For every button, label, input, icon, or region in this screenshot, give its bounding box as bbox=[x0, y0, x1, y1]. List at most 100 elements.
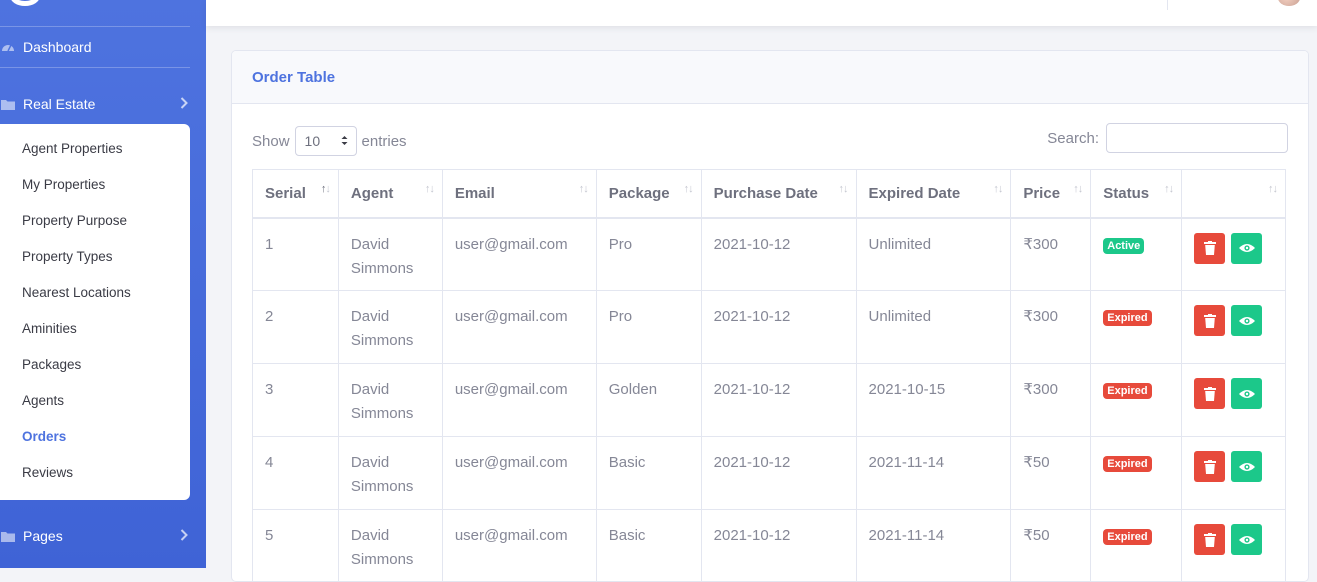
submenu-item-property-purpose[interactable]: Property Purpose bbox=[22, 213, 127, 228]
entries-label: entries bbox=[362, 133, 407, 150]
sort-icon: ↑↓ bbox=[684, 183, 693, 195]
column-header-agent[interactable]: Agent↑↓ bbox=[338, 170, 442, 218]
submenu-item-orders[interactable]: Orders bbox=[22, 429, 66, 444]
view-button[interactable] bbox=[1231, 524, 1262, 555]
sidebar-item-dashboard[interactable]: Dashboard bbox=[0, 32, 206, 62]
topbar-divider bbox=[1167, 0, 1168, 10]
cell-purchase-date: 2021-10-12 bbox=[701, 437, 856, 510]
cell-price: ₹300 bbox=[1011, 364, 1091, 437]
submenu-item-my-properties[interactable]: My Properties bbox=[22, 177, 105, 192]
delete-button[interactable] bbox=[1194, 233, 1225, 264]
sort-icon: ↑↓ bbox=[839, 183, 848, 195]
cell-package: Pro bbox=[596, 291, 701, 364]
cell-actions bbox=[1182, 218, 1286, 291]
search-control: Search: bbox=[1047, 123, 1288, 153]
cell-status: Expired bbox=[1091, 437, 1182, 510]
table-row: 2 DavidSimmons user@gmail.com Pro 2021-1… bbox=[253, 291, 1286, 364]
view-button[interactable] bbox=[1231, 378, 1262, 409]
eye-icon bbox=[1239, 243, 1255, 253]
delete-button[interactable] bbox=[1194, 451, 1225, 482]
column-header-price[interactable]: Price↑↓ bbox=[1011, 170, 1091, 218]
cell-email: user@gmail.com bbox=[442, 218, 596, 291]
table-header-row: Serial↑↓ Agent↑↓ Email↑↓ Package↑↓ Purch… bbox=[253, 170, 1286, 218]
cell-serial: 1 bbox=[253, 218, 339, 291]
status-badge: Active bbox=[1103, 238, 1144, 254]
cell-actions bbox=[1182, 364, 1286, 437]
search-label: Search: bbox=[1047, 130, 1099, 147]
cell-package: Basic bbox=[596, 437, 701, 510]
cell-agent: DavidSimmons bbox=[338, 437, 442, 510]
cell-purchase-date: 2021-10-12 bbox=[701, 218, 856, 291]
folder-icon bbox=[0, 97, 16, 111]
eye-icon bbox=[1239, 316, 1255, 326]
cell-email: user@gmail.com bbox=[442, 437, 596, 510]
cell-purchase-date: 2021-10-12 bbox=[701, 291, 856, 364]
view-button[interactable] bbox=[1231, 305, 1262, 336]
cell-status: Expired bbox=[1091, 291, 1182, 364]
sidebar-item-label: Dashboard bbox=[23, 39, 92, 55]
cell-actions bbox=[1182, 291, 1286, 364]
column-header-actions[interactable]: ↑↓ bbox=[1182, 170, 1286, 218]
sidebar-divider bbox=[0, 67, 190, 68]
column-header-package[interactable]: Package↑↓ bbox=[596, 170, 701, 218]
order-table-card: Order Table Show 10 entries Search: Seri… bbox=[231, 50, 1309, 582]
cell-expired-date: 2021-11-14 bbox=[856, 510, 1011, 582]
column-header-email[interactable]: Email↑↓ bbox=[442, 170, 596, 218]
entries-select[interactable]: 10 bbox=[295, 126, 357, 156]
column-header-expired-date[interactable]: Expired Date↑↓ bbox=[856, 170, 1011, 218]
column-header-status[interactable]: Status↑↓ bbox=[1091, 170, 1182, 218]
view-button[interactable] bbox=[1231, 451, 1262, 482]
select-arrows-icon bbox=[341, 133, 348, 149]
eye-icon bbox=[1239, 389, 1255, 399]
sidebar-item-real-estate[interactable]: Real Estate bbox=[0, 89, 206, 119]
view-button[interactable] bbox=[1231, 233, 1262, 264]
cell-agent: DavidSimmons bbox=[338, 291, 442, 364]
sort-icon: ↑↓ bbox=[1164, 183, 1173, 195]
column-header-purchase-date[interactable]: Purchase Date↑↓ bbox=[701, 170, 856, 218]
cell-status: Expired bbox=[1091, 364, 1182, 437]
card-title: Order Table bbox=[232, 51, 1308, 104]
submenu-item-property-types[interactable]: Property Types bbox=[22, 249, 113, 264]
status-badge: Expired bbox=[1103, 310, 1151, 326]
sort-icon: ↑↓ bbox=[1268, 183, 1277, 195]
submenu-item-agent-properties[interactable]: Agent Properties bbox=[22, 141, 123, 156]
sidebar: Dashboard Real Estate Agent Properties M… bbox=[0, 0, 206, 568]
cell-status: Expired bbox=[1091, 510, 1182, 582]
sort-icon: ↑↓ bbox=[579, 183, 588, 195]
cell-email: user@gmail.com bbox=[442, 510, 596, 582]
orders-table: Serial↑↓ Agent↑↓ Email↑↓ Package↑↓ Purch… bbox=[252, 169, 1286, 582]
cell-purchase-date: 2021-10-12 bbox=[701, 364, 856, 437]
logo-icon[interactable] bbox=[10, 0, 40, 6]
sort-icon: ↑↓ bbox=[321, 183, 330, 195]
delete-button[interactable] bbox=[1194, 524, 1225, 555]
cell-package: Basic bbox=[596, 510, 701, 582]
search-input[interactable] bbox=[1106, 123, 1288, 153]
table-row: 5 DavidSimmons user@gmail.com Basic 2021… bbox=[253, 510, 1286, 582]
topbar bbox=[206, 0, 1317, 26]
column-header-serial[interactable]: Serial↑↓ bbox=[253, 170, 339, 218]
delete-button[interactable] bbox=[1194, 305, 1225, 336]
trash-icon bbox=[1204, 241, 1216, 255]
sort-icon: ↑↓ bbox=[993, 183, 1002, 195]
submenu-item-reviews[interactable]: Reviews bbox=[22, 465, 73, 480]
cell-expired-date: 2021-11-14 bbox=[856, 437, 1011, 510]
submenu-item-packages[interactable]: Packages bbox=[22, 357, 81, 372]
chevron-right-icon bbox=[180, 528, 188, 544]
entries-length-control: Show 10 entries bbox=[252, 126, 407, 156]
avatar[interactable] bbox=[1278, 0, 1300, 6]
submenu-item-nearest-locations[interactable]: Nearest Locations bbox=[22, 285, 131, 300]
delete-button[interactable] bbox=[1194, 378, 1225, 409]
submenu-item-aminities[interactable]: Aminities bbox=[22, 321, 77, 336]
cell-serial: 4 bbox=[253, 437, 339, 510]
cell-agent: DavidSimmons bbox=[338, 218, 442, 291]
sidebar-item-pages[interactable]: Pages bbox=[0, 521, 206, 551]
submenu-item-agents[interactable]: Agents bbox=[22, 393, 64, 408]
status-badge: Expired bbox=[1103, 383, 1151, 399]
status-badge: Expired bbox=[1103, 456, 1151, 472]
cell-agent: DavidSimmons bbox=[338, 364, 442, 437]
table-row: 4 DavidSimmons user@gmail.com Basic 2021… bbox=[253, 437, 1286, 510]
sidebar-item-label: Real Estate bbox=[23, 96, 95, 112]
eye-icon bbox=[1239, 462, 1255, 472]
sort-icon: ↑↓ bbox=[425, 183, 434, 195]
cell-serial: 5 bbox=[253, 510, 339, 582]
